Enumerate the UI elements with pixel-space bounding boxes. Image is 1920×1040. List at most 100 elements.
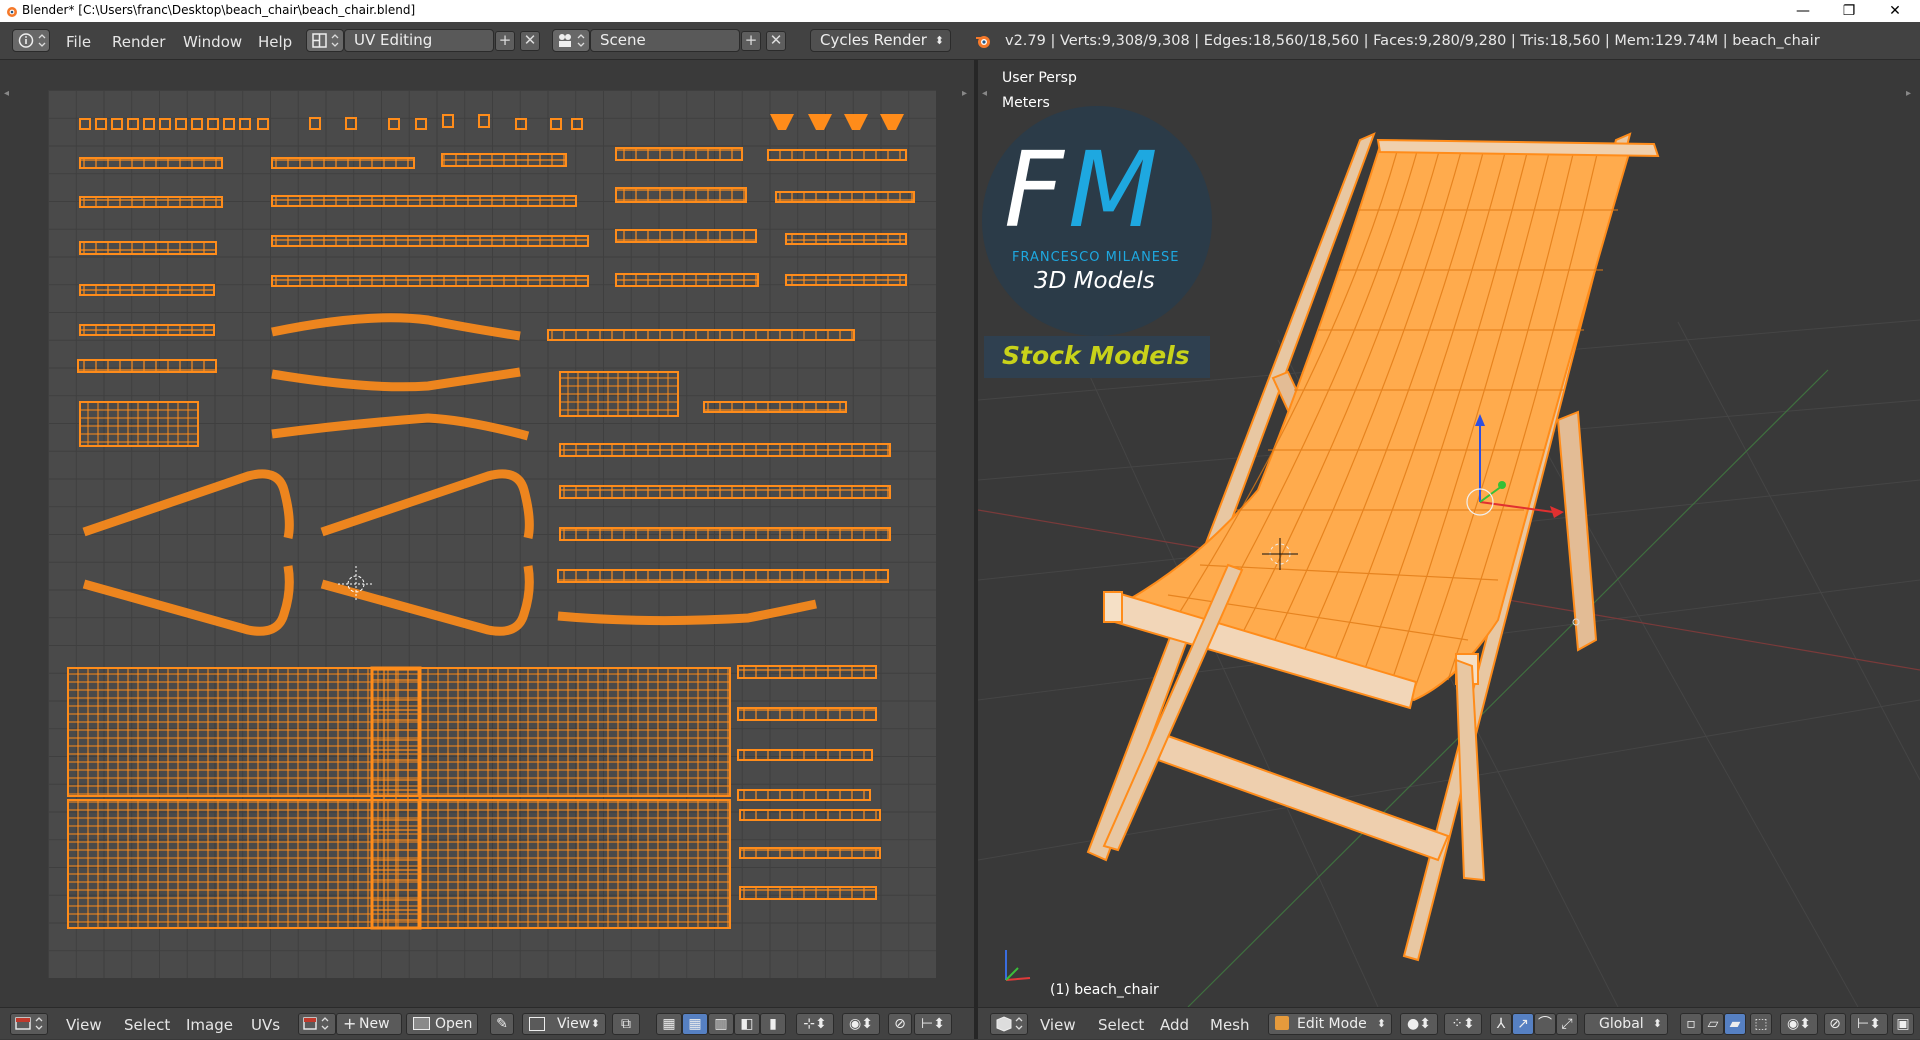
info-header: File Render Window Help UV Editing + ✕ S… — [0, 22, 1920, 60]
uv-menu-view[interactable]: View — [66, 1016, 102, 1034]
sticky-select-icon: ▮ — [769, 1016, 777, 1032]
dropdown-arrows-icon: ⬍ — [590, 1017, 600, 1030]
pivot-point-select[interactable]: ⊹⬍ — [796, 1013, 834, 1035]
close-window-button[interactable]: ✕ — [1872, 0, 1918, 22]
add-screen-button[interactable]: + — [495, 31, 515, 51]
render-engine-select[interactable]: Cycles Render ⬍ — [810, 29, 951, 52]
proportional-editing-select[interactable]: ◉⬍ — [1780, 1013, 1818, 1035]
viewport-menu-select[interactable]: Select — [1098, 1016, 1144, 1034]
delete-scene-button[interactable]: ✕ — [766, 31, 786, 51]
logo-tagline: 3D Models — [1034, 268, 1155, 294]
sync-icon: ⧉ — [621, 1016, 631, 1032]
open-image-button[interactable]: Open — [406, 1013, 478, 1035]
image-browse-icon — [303, 1017, 329, 1030]
menu-render[interactable]: Render — [112, 33, 165, 51]
blender-app-icon — [7, 7, 17, 17]
menu-help[interactable]: Help — [258, 33, 292, 51]
face-select-mode-button[interactable]: ▰ — [1724, 1013, 1746, 1035]
pin-image-button[interactable]: ✎ — [490, 1013, 514, 1035]
uv-sticky-select-button[interactable]: ▮ — [760, 1013, 786, 1035]
viewport-editor-type-button[interactable] — [990, 1013, 1028, 1035]
viewport-shading-select[interactable]: ●⬍ — [1400, 1013, 1438, 1035]
info-icon — [18, 33, 46, 48]
translate-manipulator-button[interactable]: ↗ — [1512, 1013, 1534, 1035]
scale-manipulator-button[interactable]: ⤢ — [1556, 1013, 1578, 1035]
vertex-select-icon: ▦ — [662, 1016, 676, 1032]
editor-type-info-button[interactable] — [12, 29, 50, 52]
uv-editor-type-button[interactable] — [10, 1013, 48, 1035]
active-object-label: (1) beach_chair — [1050, 982, 1159, 998]
view-mode-icon — [529, 1017, 545, 1031]
toolshelf-toggle-icon[interactable]: ◂ — [4, 88, 9, 99]
limit-selection-button[interactable]: ⬚ — [1750, 1013, 1772, 1035]
uv-edge-select-button[interactable]: ▦ — [682, 1013, 708, 1035]
uv-island-select-button[interactable]: ◧ — [734, 1013, 760, 1035]
face-select-icon: ▥ — [714, 1016, 728, 1032]
delete-screen-button[interactable]: ✕ — [520, 31, 540, 51]
restore-button[interactable]: ❐ — [1826, 0, 1872, 22]
uv-menu-select[interactable]: Select — [124, 1016, 170, 1034]
edge-mode-icon: ▱ — [1707, 1016, 1719, 1032]
scene-icon-button[interactable] — [552, 29, 590, 52]
viewport-menu-mesh[interactable]: Mesh — [1210, 1016, 1250, 1034]
uv-view-mode-select[interactable]: View ⬍ — [522, 1013, 606, 1035]
minimize-button[interactable]: — — [1780, 0, 1826, 22]
opengl-render-button[interactable]: ▣ — [1892, 1013, 1914, 1035]
open-image-label: Open — [435, 1016, 473, 1032]
uv-grid[interactable] — [48, 90, 936, 978]
units-label: Meters — [1002, 95, 1050, 111]
snap-element-select[interactable]: ⊢⬍ — [914, 1013, 952, 1035]
stock-models-text: Stock Models — [1002, 341, 1190, 370]
logo-letter-f: F — [1004, 129, 1064, 251]
uv-vertex-select-button[interactable]: ▦ — [656, 1013, 682, 1035]
new-image-label: New — [359, 1016, 390, 1032]
image-browse-button[interactable] — [298, 1013, 336, 1035]
proportional-edit-select[interactable]: ◉⬍ — [842, 1013, 880, 1035]
edge-select-mode-button[interactable]: ▱ — [1702, 1013, 1724, 1035]
transform-orientation-label: Global — [1599, 1016, 1644, 1032]
axis-widget — [1005, 950, 1031, 981]
uv-sync-button[interactable]: ⧉ — [612, 1013, 640, 1035]
viewport-menu-add[interactable]: Add — [1160, 1016, 1189, 1034]
snap-button[interactable]: ⊘ — [1824, 1013, 1846, 1035]
viewport-toolshelf-toggle-icon[interactable]: ◂ — [982, 88, 987, 99]
pivot-center-select[interactable]: ⁘⬍ — [1444, 1013, 1482, 1035]
properties-toggle-icon[interactable]: ▸ — [962, 88, 967, 99]
snap-element-icon: ⊢⬍ — [921, 1016, 945, 1032]
interaction-mode-select[interactable]: Edit Mode ⬍ — [1268, 1013, 1392, 1035]
viewport-menu-view[interactable]: View — [1040, 1016, 1076, 1034]
transform-orientation-select[interactable]: Global ⬍ — [1584, 1013, 1668, 1035]
uv-editor-header: View Select Image UVs + New Open ✎ View … — [0, 1007, 974, 1039]
uv-face-select-button[interactable]: ▥ — [708, 1013, 734, 1035]
pin-icon: ✎ — [496, 1016, 508, 1032]
rotate-manipulator-button[interactable]: ⌒ — [1534, 1013, 1556, 1035]
dropdown-arrows-icon: ⬍ — [934, 34, 944, 47]
uv-shaped-islands — [770, 114, 904, 130]
vertex-mode-icon: ▫ — [1686, 1016, 1696, 1032]
snap-target-select[interactable]: ⊢⬍ — [1850, 1013, 1888, 1035]
uv-islands — [67, 114, 915, 930]
screen-layout-icon-button[interactable] — [306, 29, 344, 52]
translate-icon: ↗ — [1517, 1016, 1529, 1032]
menu-file[interactable]: File — [66, 33, 91, 51]
scene-field[interactable]: Scene — [590, 29, 740, 52]
view-name-label: User Persp — [1002, 70, 1077, 86]
uv-menu-image[interactable]: Image — [186, 1016, 233, 1034]
render-engine-label: Cycles Render — [820, 31, 927, 49]
new-image-button[interactable]: + New — [336, 1013, 402, 1035]
pivot-center-icon: ⁘⬍ — [1451, 1016, 1475, 1032]
viewport-properties-toggle-icon[interactable]: ▸ — [1906, 88, 1911, 99]
scale-icon: ⤢ — [1561, 1016, 1573, 1032]
blender-logo-icon — [976, 36, 990, 48]
add-scene-button[interactable]: + — [741, 31, 761, 51]
folder-icon — [413, 1017, 430, 1030]
solid-shading-icon: ●⬍ — [1407, 1016, 1431, 1032]
manipulator-toggle-button[interactable]: ⅄ — [1490, 1013, 1512, 1035]
snap-toggle-button[interactable]: ⊘ — [888, 1013, 912, 1035]
screen-layout-field[interactable]: UV Editing — [344, 29, 494, 52]
vertex-select-mode-button[interactable]: ▫ — [1680, 1013, 1702, 1035]
pivot-icon: ⊹⬍ — [803, 1016, 827, 1032]
uv-menu-uvs[interactable]: UVs — [251, 1016, 280, 1034]
menu-window[interactable]: Window — [183, 33, 242, 51]
occlude-icon: ⬚ — [1754, 1016, 1768, 1032]
